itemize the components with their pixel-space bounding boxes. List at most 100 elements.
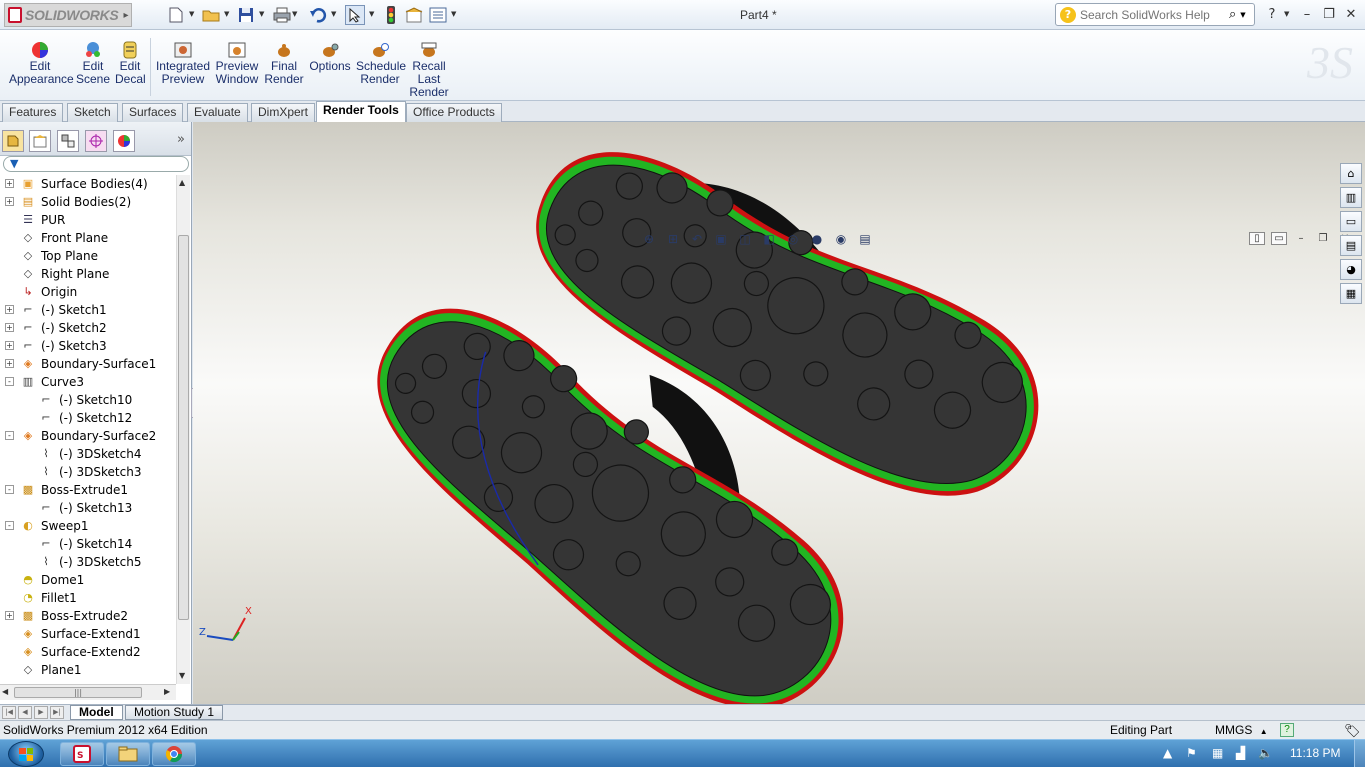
expand-panel-icon[interactable]: » bbox=[177, 132, 185, 147]
next-tab-icon[interactable]: ▶ bbox=[34, 706, 48, 719]
open-folder-icon[interactable] bbox=[201, 5, 221, 25]
first-tab-icon[interactable]: |◀ bbox=[2, 706, 16, 719]
view-orientation-icon[interactable]: ◫ bbox=[735, 230, 755, 248]
schedule-render-button[interactable]: Schedule Render bbox=[356, 41, 406, 86]
design-library-icon[interactable]: ▥ bbox=[1340, 187, 1362, 208]
tree-vertical-scrollbar[interactable]: ▲ ▼ bbox=[176, 175, 190, 684]
display-manager-tab-icon[interactable] bbox=[113, 130, 135, 152]
solidworks-app-icon[interactable]: S bbox=[60, 742, 104, 766]
viewport-split-horizontal-icon[interactable]: ▯ bbox=[1249, 232, 1265, 245]
flip-flop-model[interactable]: X Z bbox=[193, 122, 1365, 704]
tree-node[interactable]: + ⌐ (-) Sketch2 bbox=[0, 319, 176, 337]
tab-dimxpert[interactable]: DimXpert bbox=[251, 103, 316, 122]
feature-manager-tab-icon[interactable] bbox=[2, 130, 24, 152]
search-icon[interactable]: ⌕ bbox=[1229, 7, 1236, 22]
recall-last-render-button[interactable]: Recall Last Render bbox=[407, 41, 451, 99]
options-list-icon[interactable] bbox=[428, 5, 448, 25]
dimxpert-manager-tab-icon[interactable] bbox=[85, 130, 107, 152]
tree-node[interactable]: ◇ Front Plane bbox=[0, 229, 176, 247]
start-button[interactable] bbox=[8, 741, 44, 767]
display-style-icon[interactable]: ◧ bbox=[759, 230, 779, 248]
tab-evaluate[interactable]: Evaluate bbox=[187, 103, 248, 122]
scroll-down-icon[interactable]: ▼ bbox=[179, 671, 185, 680]
tree-node[interactable]: ◓ Dome1 bbox=[0, 571, 176, 589]
quick-tips-icon[interactable]: ? bbox=[1280, 723, 1294, 737]
tree-node[interactable]: ⌐ (-) Sketch14 bbox=[0, 535, 176, 553]
chevron-down-icon[interactable]: ▼ bbox=[331, 10, 336, 18]
chevron-down-icon[interactable]: ▼ bbox=[224, 10, 229, 18]
viewport-minimize-icon[interactable]: – bbox=[1293, 232, 1309, 245]
collapse-icon[interactable]: - bbox=[5, 521, 14, 530]
undo-icon[interactable] bbox=[308, 5, 328, 25]
last-tab-icon[interactable]: ▶| bbox=[50, 706, 64, 719]
rebuild-traffic-light-icon[interactable] bbox=[381, 5, 401, 25]
tree-node[interactable]: ⌇ (-) 3DSketch5 bbox=[0, 553, 176, 571]
property-manager-tab-icon[interactable] bbox=[29, 130, 51, 152]
volume-icon[interactable]: 🔈 bbox=[1258, 746, 1273, 760]
chevron-down-icon[interactable]: ▼ bbox=[369, 10, 374, 18]
tree-node[interactable]: ◈ Surface-Extend2 bbox=[0, 643, 176, 661]
tree-node[interactable]: + ▩ Boss-Extrude2 bbox=[0, 607, 176, 625]
explorer-app-icon[interactable] bbox=[106, 742, 150, 766]
edit-appearance-icon[interactable]: ● bbox=[807, 230, 827, 248]
collapse-icon[interactable]: - bbox=[5, 431, 14, 440]
tree-node[interactable]: ◈ Surface-Extend1 bbox=[0, 625, 176, 643]
clock[interactable]: 11:18 PM bbox=[1290, 746, 1340, 760]
home-icon[interactable]: ⌂ bbox=[1340, 163, 1362, 184]
expand-icon[interactable]: + bbox=[5, 197, 14, 206]
restore-icon[interactable]: ❐ bbox=[1319, 5, 1339, 23]
scroll-thumb[interactable] bbox=[178, 235, 189, 620]
graphics-area[interactable]: X Z ⊕ ⊞ ↶ ▣ ◫ ◧ ◎ ● ◉ ▤ ▯ ▭ – ❐ ✕ bbox=[193, 122, 1365, 704]
tab-office-products[interactable]: Office Products bbox=[406, 103, 502, 122]
tree-node[interactable]: ⌐ (-) Sketch10 bbox=[0, 391, 176, 409]
tree-node[interactable]: ↳ Origin bbox=[0, 283, 176, 301]
tree-node[interactable]: ◔ Fillet1 bbox=[0, 589, 176, 607]
tab-features[interactable]: Features bbox=[2, 103, 64, 122]
tree-node[interactable]: + ▤ Solid Bodies(2) bbox=[0, 193, 176, 211]
help-button[interactable]: ? bbox=[1262, 5, 1282, 23]
preview-window-button[interactable]: Preview Window bbox=[215, 41, 259, 86]
final-render-button[interactable]: Final Render bbox=[264, 41, 304, 86]
print-icon[interactable] bbox=[272, 5, 292, 25]
solidworks-menu-button[interactable]: SOLIDWORKS ▸ bbox=[4, 3, 132, 27]
collapse-icon[interactable]: - bbox=[5, 485, 14, 494]
expand-icon[interactable]: + bbox=[5, 305, 14, 314]
tree-node[interactable]: ◇ Plane1 bbox=[0, 661, 176, 679]
expand-icon[interactable]: + bbox=[5, 179, 14, 188]
tree-node[interactable]: - ▥ Curve3 bbox=[0, 373, 176, 391]
expand-icon[interactable]: + bbox=[5, 359, 14, 368]
expand-icon[interactable]: + bbox=[5, 323, 14, 332]
collapse-icon[interactable]: - bbox=[5, 377, 14, 386]
signal-icon[interactable]: ▟ bbox=[1236, 746, 1245, 760]
zoom-to-fit-icon[interactable]: ⊕ bbox=[639, 230, 659, 248]
viewport-restore-icon[interactable]: ❐ bbox=[1315, 232, 1331, 245]
new-document-icon[interactable] bbox=[166, 5, 186, 25]
expand-icon[interactable]: + bbox=[5, 341, 14, 350]
tree-node[interactable]: - ▩ Boss-Extrude1 bbox=[0, 481, 176, 499]
tree-node[interactable]: + ⌐ (-) Sketch3 bbox=[0, 337, 176, 355]
chevron-down-icon[interactable]: ▼ bbox=[292, 10, 297, 18]
view-settings-icon[interactable]: ▤ bbox=[855, 230, 875, 248]
hide-show-items-icon[interactable]: ◎ bbox=[783, 230, 803, 248]
horizontal-scroll-thumb[interactable]: ||| bbox=[14, 687, 142, 698]
tree-node[interactable]: + ⌐ (-) Sketch1 bbox=[0, 301, 176, 319]
viewport-split-vertical-icon[interactable]: ▭ bbox=[1271, 232, 1287, 245]
tree-horizontal-scrollbar[interactable]: ◀ ||| ▶ bbox=[0, 684, 176, 700]
unit-system-button[interactable]: MMGS ▲ bbox=[1215, 721, 1268, 741]
previous-view-icon[interactable]: ↶ bbox=[687, 230, 707, 248]
tab-motion-study-1[interactable]: Motion Study 1 bbox=[125, 705, 224, 720]
tree-node[interactable]: ⌇ (-) 3DSketch4 bbox=[0, 445, 176, 463]
tab-surfaces[interactable]: Surfaces bbox=[122, 103, 184, 122]
prev-tab-icon[interactable]: ◀ bbox=[18, 706, 32, 719]
tab-render-tools[interactable]: Render Tools bbox=[316, 101, 406, 123]
help-search-input[interactable] bbox=[1080, 7, 1225, 22]
edit-appearance-button[interactable]: Edit Appearance bbox=[9, 41, 74, 86]
chevron-down-icon[interactable]: ▼ bbox=[1240, 11, 1245, 19]
apply-scene-icon[interactable]: ◉ bbox=[831, 230, 851, 248]
chevron-down-icon[interactable]: ▼ bbox=[259, 10, 264, 18]
action-center-flag-icon[interactable]: ⚑ bbox=[1186, 746, 1197, 760]
appearances-scenes-icon[interactable]: ◕ bbox=[1340, 259, 1362, 280]
tree-filter-input[interactable]: ▼ bbox=[3, 156, 189, 172]
chrome-app-icon[interactable] bbox=[152, 742, 196, 766]
zoom-to-area-icon[interactable]: ⊞ bbox=[663, 230, 683, 248]
